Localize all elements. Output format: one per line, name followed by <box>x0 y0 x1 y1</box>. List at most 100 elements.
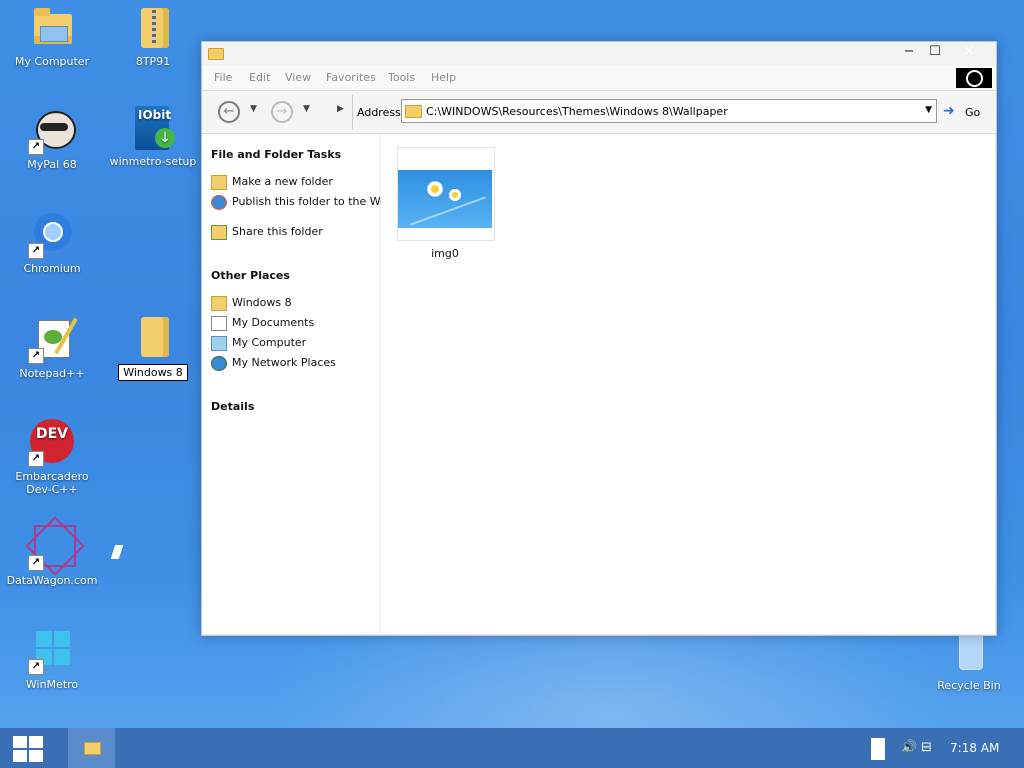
explorer-window: − ☐ ✕ File Edit View Favorites Tools Hel… <box>201 41 997 636</box>
file-name[interactable]: img0 <box>397 247 493 260</box>
taskbar-explorer-button[interactable] <box>68 728 115 768</box>
desktop-icon-datawagon[interactable]: ↗ DataWagon.com <box>6 516 98 587</box>
address-value[interactable]: C:\WINDOWS\Resources\Themes\Windows 8\Wa… <box>426 105 728 118</box>
place-label: Windows 8 <box>232 296 292 309</box>
address-label: Address <box>357 106 401 119</box>
show-desktop-icon[interactable] <box>871 738 885 760</box>
details-header[interactable]: Details <box>211 400 254 413</box>
desktop-icon-label: Recycle Bin <box>937 679 1001 692</box>
place-my-computer[interactable]: My Computer <box>211 336 397 351</box>
desktop-icon-8tp91[interactable]: 8TP91 <box>107 4 199 68</box>
task-label: Share this folder <box>232 225 323 238</box>
task-make-new-folder[interactable]: Make a new folder <box>211 175 397 190</box>
task-pane: File and Folder Tasks Make a new folder … <box>202 134 394 634</box>
desktop-icon-label: My Computer <box>14 55 90 68</box>
desktop-icon-label: 8TP91 <box>135 55 171 68</box>
desktop-icon-label: Embarcadero Dev-C++ <box>15 470 89 496</box>
toolbar-separator <box>352 95 353 129</box>
windows-logo-icon: ↗ <box>28 627 76 675</box>
place-network[interactable]: My Network Places <box>211 356 397 371</box>
desktop-icon-label: Notepad++ <box>19 367 85 380</box>
place-windows8[interactable]: Windows 8 <box>211 296 397 311</box>
rename-input[interactable]: Windows 8 <box>118 364 188 381</box>
forward-dropdown-icon[interactable]: ▼ <box>303 104 310 114</box>
desktop-icon-label: Chromium <box>23 262 81 275</box>
address-dropdown-icon[interactable]: ▼ <box>925 105 932 115</box>
place-label: My Computer <box>232 336 307 349</box>
menu-bar: File Edit View Favorites Tools Help <box>202 66 996 91</box>
volume-icon[interactable]: 🔊 <box>901 740 917 755</box>
datawagon-icon: ↗ <box>25 516 85 576</box>
computer-icon <box>211 336 227 351</box>
share-icon <box>211 225 227 240</box>
toolbar-overflow-icon[interactable]: ▶ <box>337 104 344 114</box>
desktop-icon-winmetro[interactable]: ↗ WinMetro <box>6 627 98 691</box>
task-publish-web[interactable]: Publish this folder to the Web <box>211 195 397 210</box>
globe-icon <box>211 195 227 210</box>
task-label: Make a new folder <box>232 175 333 188</box>
shortcut-arrow-icon: ↗ <box>28 555 44 571</box>
file-list: img0 <box>381 134 995 634</box>
folder-icon <box>405 105 422 118</box>
file-thumbnail[interactable] <box>397 147 495 241</box>
folder-icon <box>208 48 224 60</box>
go-button[interactable]: Go <box>965 106 980 119</box>
desktop-icon-windows8-folder[interactable]: Windows 8 <box>107 313 199 381</box>
shortcut-arrow-icon: ↗ <box>28 348 44 364</box>
chromium-icon: ↗ <box>28 211 76 259</box>
desktop-icon-label: MyPal 68 <box>27 158 77 171</box>
place-label: My Documents <box>232 316 315 329</box>
forward-button[interactable]: → <box>271 101 293 123</box>
my-computer-icon <box>28 4 76 52</box>
menu-file[interactable]: File <box>214 71 232 84</box>
folder-icon <box>129 313 177 361</box>
desktop-icon-notepadpp[interactable]: ↗ Notepad++ <box>6 316 98 380</box>
network-icon <box>211 356 227 371</box>
go-arrow-icon[interactable]: ➜ <box>943 103 955 119</box>
devcpp-icon: DEV ↗ <box>28 419 76 467</box>
back-dropdown-icon[interactable]: ▼ <box>250 104 257 114</box>
tasks-header: File and Folder Tasks <box>211 148 342 161</box>
zip-folder-icon <box>129 4 177 52</box>
places-header: Other Places <box>211 269 290 282</box>
menu-tools[interactable]: Tools <box>388 71 415 84</box>
desktop-icon-recycle-bin[interactable]: Recycle Bin <box>923 628 1015 692</box>
folder-icon <box>84 742 101 755</box>
menu-edit[interactable]: Edit <box>249 71 270 84</box>
notepadpp-icon: ↗ <box>28 316 78 364</box>
desktop-icon-devcpp[interactable]: DEV ↗ Embarcadero Dev-C++ <box>6 419 98 496</box>
menu-view[interactable]: View <box>285 71 311 84</box>
back-button[interactable]: ← <box>218 101 240 123</box>
toolbar: ← ▼ → ▼ ▶ Address C:\WINDOWS\Resources\T… <box>202 91 996 134</box>
windows-throbber-icon <box>956 68 992 88</box>
desktop-icon-label: DataWagon.com <box>6 574 98 587</box>
taskbar: 🔊 ⊟ 7:18 AM <box>0 728 1024 768</box>
menu-help[interactable]: Help <box>431 71 456 84</box>
menu-favorites[interactable]: Favorites <box>326 71 376 84</box>
raccoon-browser-icon: ↗ <box>28 107 76 155</box>
image-preview <box>398 170 492 228</box>
desktop-icon-chromium[interactable]: ↗ Chromium <box>6 211 98 275</box>
task-share-folder[interactable]: Share this folder <box>211 225 397 240</box>
shortcut-arrow-icon: ↗ <box>28 139 44 155</box>
close-button[interactable]: ✕ <box>954 42 984 64</box>
shortcut-arrow-icon: ↗ <box>28 659 44 675</box>
document-icon <box>211 316 227 331</box>
place-my-documents[interactable]: My Documents <box>211 316 397 331</box>
desktop-icon-label: WinMetro <box>25 678 79 691</box>
desktop-icon-label: winmetro-setup <box>109 155 197 168</box>
address-bar[interactable]: C:\WINDOWS\Resources\Themes\Windows 8\Wa… <box>401 99 937 123</box>
clock[interactable]: 7:18 AM <box>950 741 999 755</box>
title-bar[interactable]: − ☐ ✕ <box>202 42 996 66</box>
desktop-icon-winmetro-setup[interactable]: IObit ↓ winmetro-setup <box>107 104 199 168</box>
mouse-pointer-icon <box>110 545 124 559</box>
maximize-button[interactable]: ☐ <box>920 42 950 64</box>
desktop-icon-my-computer[interactable]: My Computer <box>6 4 98 68</box>
task-label: Publish this folder to the Web <box>232 195 394 208</box>
folder-icon <box>211 296 227 311</box>
network-tray-icon[interactable]: ⊟ <box>921 740 932 755</box>
desktop-icon-mypal[interactable]: ↗ MyPal 68 <box>6 107 98 171</box>
start-button[interactable] <box>13 736 45 762</box>
place-label: My Network Places <box>232 356 336 369</box>
shortcut-arrow-icon: ↗ <box>28 451 44 467</box>
